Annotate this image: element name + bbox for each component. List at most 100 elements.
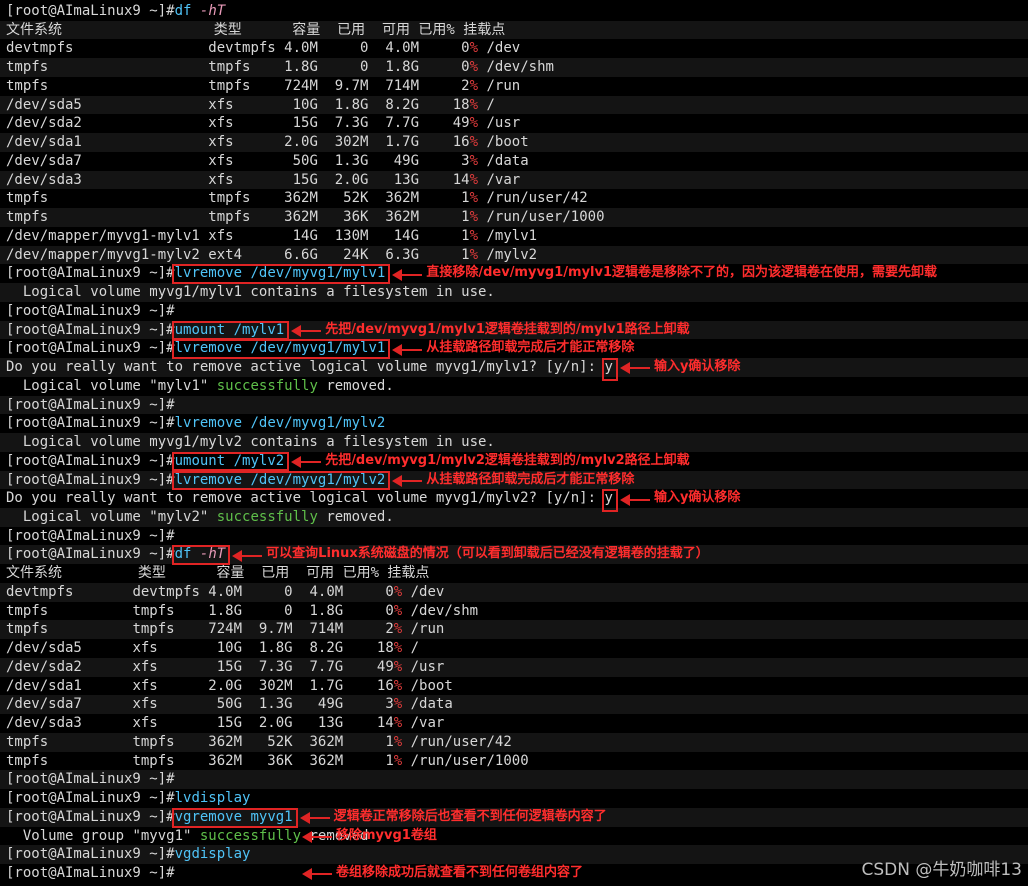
df-percent-sign: %: [393, 621, 403, 638]
shell-prompt: [root@AImaLinux9 ~]: [6, 846, 167, 863]
df-mount-point: /usr: [402, 658, 445, 675]
output-text: 文件系统 类型 容量 已用 可用 已用% 挂载点: [6, 565, 430, 582]
terminal-line: tmpfs tmpfs 362M 36K 362M 1% /run/user/1…: [6, 752, 529, 771]
df-percent-sign: %: [393, 583, 403, 600]
df-use-percent-value: 2: [351, 621, 394, 638]
df-avail: 362M: [301, 733, 352, 750]
terminal-line: tmpfs tmpfs 362M 52K 362M 1% /run/user/4…: [0, 732, 1028, 752]
df-filesystem: /dev/sda3: [6, 171, 209, 188]
df-size: 50G: [284, 152, 327, 169]
df-use-percent-value: 49: [351, 658, 394, 675]
df-use-percent-value: 3: [351, 696, 394, 713]
df-type: xfs: [132, 715, 209, 732]
terminal-line: tmpfs tmpfs 362M 36K 362M 1% /run/user/1…: [0, 208, 1028, 227]
annotation-label: 从挂载路径卸载完成后才能正常移除: [426, 340, 635, 356]
removed-suffix: removed.: [317, 377, 394, 394]
df-mount-point: /run: [402, 621, 445, 638]
df-used: 1.8G: [326, 96, 377, 113]
df-used: 24K: [326, 246, 377, 263]
df-filesystem: tmpfs: [6, 733, 133, 750]
df-size: 14G: [284, 227, 327, 244]
df-percent-sign: %: [469, 134, 479, 151]
terminal-line: /dev/mapper/myvg1-mylv1 xfs 14G 130M 14G…: [6, 227, 537, 246]
df-avail: 1.7G: [376, 134, 428, 151]
df-used: 0: [250, 583, 302, 600]
terminal-line: tmpfs tmpfs 724M 9.7M 714M 2% /run: [6, 77, 520, 96]
df-type: xfs: [208, 152, 285, 169]
df-avail: 7.7G: [376, 115, 428, 132]
df-percent-sign: %: [393, 602, 403, 619]
terminal-line: 文件系统 类型 容量 已用 可用 已用% 挂载点: [6, 564, 429, 583]
df-used: 0: [250, 602, 302, 619]
df-percent-sign: %: [469, 209, 479, 226]
df-avail: 8.2G: [376, 96, 428, 113]
arrow-left-icon: [392, 343, 423, 356]
df-filesystem: /dev/mapper/myvg1-mylv1: [6, 227, 209, 244]
df-type: xfs: [208, 115, 285, 132]
df-size: 6.6G: [284, 246, 327, 263]
df-mount-point: /dev: [402, 583, 445, 600]
annotation-label: 输入y确认移除: [653, 490, 741, 506]
terminal-line: /dev/sda5 xfs 10G 1.8G 8.2G 18% /: [6, 639, 419, 658]
df-avail: 362M: [376, 190, 428, 207]
terminal-line: [root@AImaLinux9 ~]#: [6, 527, 175, 546]
shell-prompt: [root@AImaLinux9 ~]: [6, 527, 167, 544]
terminal-line: /dev/mapper/myvg1-mylv2 ext4 6.6G 24K 6.…: [0, 245, 1028, 265]
df-type: devtmpfs: [208, 40, 285, 57]
terminal-line: Logical volume "mylv1" successfully remo…: [6, 377, 394, 396]
terminal-window[interactable]: [root@AImaLinux9 ~]#df -hT 文件系统 类型 容量 已用 …: [0, 0, 1028, 886]
df-type: tmpfs: [208, 59, 285, 76]
annotation-label: 移除myvg1卷组: [336, 827, 437, 843]
df-type: tmpfs: [132, 733, 209, 750]
df-filesystem: /dev/sda5: [6, 640, 133, 657]
prompt-hash: #: [166, 846, 175, 863]
command-flag: -hT: [199, 3, 226, 19]
df-percent-sign: %: [469, 190, 479, 207]
df-avail: 49G: [376, 152, 428, 169]
terminal-line: [root@AImaLinux9 ~]#: [0, 770, 1028, 790]
df-percent-sign: %: [469, 227, 479, 244]
df-percent-sign: %: [469, 246, 479, 263]
df-size: 2.0G: [284, 134, 327, 151]
df-type: tmpfs: [132, 602, 209, 619]
df-mount-point: /boot: [478, 134, 529, 151]
df-mount-point: /mylv1: [478, 227, 538, 244]
df-filesystem: devtmpfs: [6, 583, 133, 600]
df-mount-point: /var: [402, 715, 445, 732]
prompt-hash: #: [166, 396, 175, 413]
df-used: 36K: [326, 209, 377, 226]
output-text: Logical volume myvg1/mylv1 contains a fi…: [6, 284, 495, 301]
volume-name: "mylv2": [149, 508, 209, 525]
df-size: 15G: [208, 715, 251, 732]
df-mount-point: /: [478, 96, 495, 113]
df-type: tmpfs: [132, 752, 209, 769]
df-size: 362M: [284, 209, 327, 226]
df-type: ext4: [208, 246, 285, 263]
df-filesystem: /dev/sda7: [6, 696, 133, 713]
df-size: 362M: [208, 752, 251, 769]
terminal-line: /dev/sda3 xfs 15G 2.0G 13G 14% /var: [0, 170, 1028, 190]
df-used: 1.8G: [250, 640, 302, 657]
annotation-label: 逻辑卷正常移除后也查看不到任何逻辑卷内容了: [333, 808, 607, 824]
df-use-percent-value: 0: [351, 602, 394, 619]
df-filesystem: /dev/sda1: [6, 134, 209, 151]
df-filesystem: /dev/sda5: [6, 96, 209, 113]
arrow-left-icon: [619, 493, 650, 506]
df-filesystem: tmpfs: [6, 209, 209, 226]
df-use-percent-value: 1: [351, 752, 394, 769]
shell-prompt: [root@AImaLinux9 ~]: [6, 808, 167, 825]
df-filesystem: /dev/sda1: [6, 677, 133, 694]
terminal-line: /dev/sda3 xfs 15G 2.0G 13G 14% /var: [6, 714, 444, 733]
shell-prompt: [root@AImaLinux9 ~]: [6, 771, 167, 788]
shell-prompt: [root@AImaLinux9 ~]: [6, 546, 167, 563]
terminal-line: Do you really want to remove active logi…: [0, 358, 1028, 377]
terminal-line: /dev/sda1 xfs 2.0G 302M 1.7G 16% /boot: [0, 133, 1028, 152]
volume-name: "myvg1": [132, 827, 192, 844]
prompt-hash: #: [166, 302, 175, 319]
df-avail: 1.7G: [301, 677, 352, 694]
df-used: 302M: [326, 134, 377, 151]
df-use-percent-value: 14: [351, 715, 394, 732]
df-size: 15G: [284, 171, 327, 188]
df-filesystem: /dev/mapper/myvg1-mylv2: [6, 246, 209, 263]
df-use-percent-value: 1: [427, 227, 470, 244]
